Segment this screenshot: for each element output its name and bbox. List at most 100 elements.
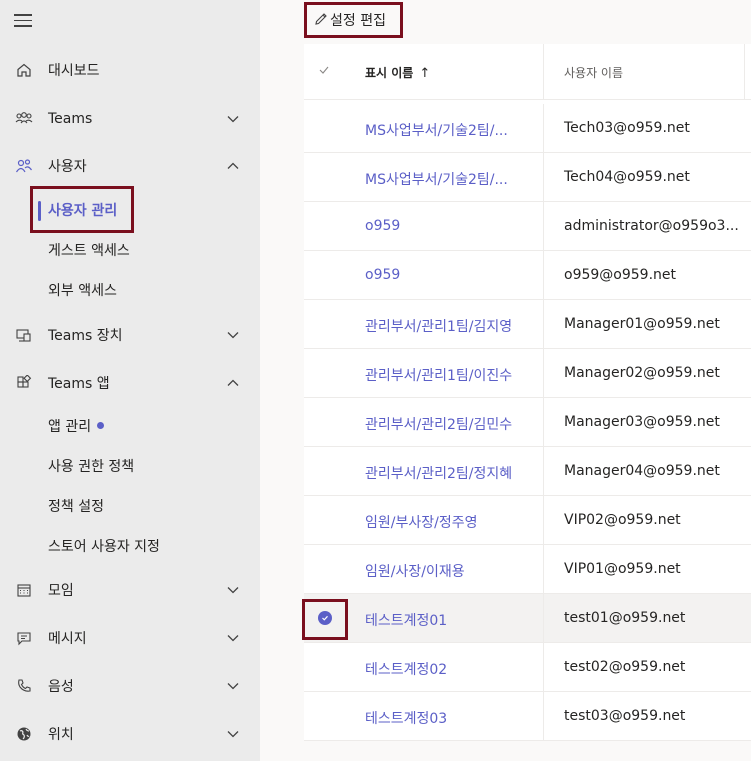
username-cell: test03@o959.net xyxy=(564,708,686,724)
sidebar-item-locations[interactable]: 위치 xyxy=(0,714,260,754)
display-name-link[interactable]: 관리부서/관리2팀/정지혜 xyxy=(365,463,512,483)
sidebar-item-label: 위치 xyxy=(48,727,74,743)
sidebar-item-label: Teams 앱 xyxy=(48,376,110,392)
display-name-link[interactable]: MS사업부서/기술2팀/... xyxy=(365,120,508,140)
chevron-down-icon[interactable] xyxy=(226,112,240,126)
column-divider xyxy=(543,643,544,692)
sidebar-item-dashboard[interactable]: 대시보드 xyxy=(0,50,260,90)
sidebar-subitem-permission-policies[interactable]: 사용 권한 정책 xyxy=(0,448,260,484)
username-cell: VIP01@o959.net xyxy=(564,561,681,577)
display-name-link[interactable]: 테스트계정03 xyxy=(365,708,447,728)
teams-icon xyxy=(15,110,33,128)
column-divider xyxy=(543,594,544,643)
username-cell: Manager03@o959.net xyxy=(564,414,720,430)
sidebar-subitem-customize-store[interactable]: 스토어 사용자 지정 xyxy=(0,528,260,564)
column-divider xyxy=(543,692,544,741)
chevron-up-icon[interactable] xyxy=(226,159,240,173)
chevron-down-icon[interactable] xyxy=(226,631,240,645)
display-name-link[interactable]: 임원/부사장/정주영 xyxy=(365,512,477,532)
table-row[interactable]: 임원/부사장/정주영 VIP02@o959.net xyxy=(304,496,751,545)
sidebar-subitem-label: 외부 액세스 xyxy=(48,283,117,299)
username-cell: test02@o959.net xyxy=(564,659,686,675)
sidebar-subitem-external-access[interactable]: 외부 액세스 xyxy=(0,272,260,308)
table-row[interactable]: 테스트계정02 test02@o959.net xyxy=(304,643,751,692)
column-divider xyxy=(543,496,544,545)
users-icon xyxy=(15,157,33,175)
username-cell: Tech04@o959.net xyxy=(564,169,690,185)
column-divider xyxy=(543,44,544,100)
table-row[interactable]: 관리부서/관리1팀/김지영 Manager01@o959.net xyxy=(304,300,751,349)
sidebar-item-label: Teams xyxy=(48,111,93,127)
table-row[interactable]: o959 o959@o959.net xyxy=(304,251,751,300)
table-row[interactable]: MS사업부서/기술2팀/... Tech03@o959.net xyxy=(304,104,751,153)
column-divider xyxy=(543,104,544,153)
sort-ascending-icon: ↑ xyxy=(419,66,431,81)
display-name-link[interactable]: 관리부서/관리1팀/김지영 xyxy=(365,316,512,336)
column-divider xyxy=(543,545,544,594)
sidebar-item-messaging[interactable]: 메시지 xyxy=(0,618,260,658)
table-row[interactable]: 테스트계정01 test01@o959.net xyxy=(304,594,751,643)
sidebar-item-meetings[interactable]: 모임 xyxy=(0,570,260,610)
column-divider xyxy=(543,251,544,300)
chevron-up-icon[interactable] xyxy=(226,376,240,390)
chevron-down-icon[interactable] xyxy=(226,727,240,741)
table-row[interactable]: 관리부서/관리1팀/이진수 Manager02@o959.net xyxy=(304,349,751,398)
table-header: 표시 이름 ↑ 사용자 이름 xyxy=(304,44,751,100)
sidebar-item-teams[interactable]: Teams xyxy=(0,99,260,139)
calendar-icon xyxy=(15,581,33,599)
display-name-link[interactable]: 테스트계정01 xyxy=(365,610,447,630)
display-name-link[interactable]: 임원/사장/이재용 xyxy=(365,561,465,581)
sidebar-subitem-guest-access[interactable]: 게스트 액세스 xyxy=(0,232,260,268)
sidebar-subitem-label: 스토어 사용자 지정 xyxy=(48,539,160,555)
checkmark-icon[interactable] xyxy=(318,64,330,76)
column-divider xyxy=(543,398,544,447)
column-header-username[interactable]: 사용자 이름 xyxy=(564,64,623,81)
display-name-link[interactable]: 관리부서/관리1팀/이진수 xyxy=(365,365,512,385)
table-row[interactable]: 임원/사장/이재용 VIP01@o959.net xyxy=(304,545,751,594)
display-name-link[interactable]: o959 xyxy=(365,218,400,234)
table-row[interactable]: 관리부서/관리2팀/김민수 Manager03@o959.net xyxy=(304,398,751,447)
sidebar-subitem-label: 정책 설정 xyxy=(48,499,104,515)
table-row[interactable]: 테스트계정03 test03@o959.net xyxy=(304,692,751,741)
sidebar-subitem-setup-policies[interactable]: 정책 설정 xyxy=(0,488,260,524)
column-header-display-name[interactable]: 표시 이름 ↑ xyxy=(365,64,430,81)
sidebar-item-teams-apps[interactable]: Teams 앱 xyxy=(0,363,260,403)
globe-icon xyxy=(15,725,33,743)
sidebar-item-voice[interactable]: 음성 xyxy=(0,666,260,706)
sidebar-item-teams-devices[interactable]: Teams 장치 xyxy=(0,315,260,355)
chevron-down-icon[interactable] xyxy=(226,328,240,342)
sidebar-item-label: Teams 장치 xyxy=(48,328,123,344)
sidebar-item-label: 대시보드 xyxy=(48,63,100,79)
hamburger-menu-icon[interactable] xyxy=(14,14,32,28)
table-row[interactable]: MS사업부서/기술2팀/... Tech04@o959.net xyxy=(304,153,751,202)
main-content: 설정 편집 표시 이름 ↑ 사용자 이름 MS사업부서/기술2팀/... Tech0… xyxy=(260,0,751,761)
sidebar-subitem-label: 게스트 액세스 xyxy=(48,243,130,259)
sidebar-subitem-label: 앱 관리 xyxy=(48,416,105,436)
sidebar-item-label: 메시지 xyxy=(48,631,87,647)
sidebar-item-label: 사용자 xyxy=(48,159,87,175)
username-cell: Manager04@o959.net xyxy=(564,463,720,479)
column-divider xyxy=(543,447,544,496)
display-name-link[interactable]: o959 xyxy=(365,267,400,283)
display-name-link[interactable]: 테스트계정02 xyxy=(365,659,447,679)
sidebar-subitem-label: 사용 권한 정책 xyxy=(48,459,135,475)
chevron-down-icon[interactable] xyxy=(226,679,240,693)
table-row[interactable]: 관리부서/관리2팀/정지혜 Manager04@o959.net xyxy=(304,447,751,496)
username-cell: VIP02@o959.net xyxy=(564,512,681,528)
username-cell: Tech03@o959.net xyxy=(564,120,690,136)
home-icon xyxy=(15,61,33,79)
users-table: 표시 이름 ↑ 사용자 이름 MS사업부서/기술2팀/... Tech03@o959… xyxy=(304,44,751,741)
notification-dot xyxy=(97,422,105,429)
chevron-down-icon[interactable] xyxy=(226,583,240,597)
highlight-box xyxy=(304,2,403,38)
highlight-box xyxy=(302,599,348,640)
sidebar-item-users[interactable]: 사용자 xyxy=(0,146,260,186)
username-cell: administrator@o959o3... xyxy=(564,218,739,234)
display-name-link[interactable]: MS사업부서/기술2팀/... xyxy=(365,169,508,189)
display-name-link[interactable]: 관리부서/관리2팀/김민수 xyxy=(365,414,512,434)
username-cell: Manager02@o959.net xyxy=(564,365,720,381)
sidebar: 대시보드 Teams 사용자 사용자 관리 게스트 액세스 외부 액세스 Tea… xyxy=(0,0,260,761)
sidebar-subitem-manage-apps[interactable]: 앱 관리 xyxy=(0,408,260,444)
column-divider xyxy=(744,44,745,100)
table-row[interactable]: o959 administrator@o959o3... xyxy=(304,202,751,251)
